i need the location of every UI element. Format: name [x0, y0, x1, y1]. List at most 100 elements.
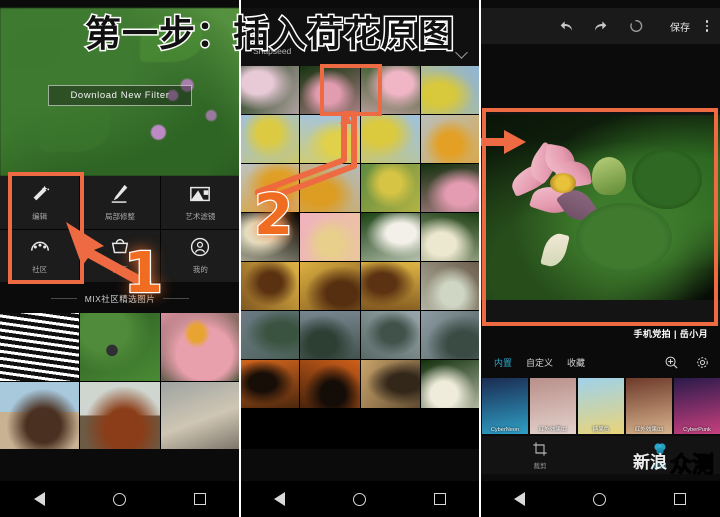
gallery-item[interactable] [80, 381, 160, 449]
filter-thumbnail[interactable]: 红外效果03 [626, 378, 672, 434]
android-navbar-right [480, 481, 720, 517]
filter-name-label: 红外效果02 [538, 427, 568, 433]
photo-thumbnail[interactable] [420, 115, 480, 163]
recents-square-icon[interactable] [674, 493, 686, 505]
photo-thumbnail[interactable] [420, 213, 480, 261]
home-circle-icon[interactable] [353, 492, 366, 506]
revert-icon[interactable] [628, 18, 644, 34]
filter-thumbnail-row: CyberNeon红外效果02糖果色红外效果03CyberPunkNight02 [480, 378, 720, 434]
photo-thumbnail[interactable] [300, 213, 360, 261]
history-icon-group [558, 18, 644, 34]
tool-crop[interactable]: 裁剪 [532, 441, 548, 470]
filter-name-label: CyberNeon [490, 427, 520, 433]
photo-thumbnail[interactable] [360, 311, 420, 359]
back-triangle-icon[interactable] [514, 492, 525, 506]
brush-icon [111, 184, 128, 203]
home-circle-icon[interactable] [593, 492, 606, 506]
phone-screen-left: Download New Filter 编辑 局部修整 艺术滤镜 社区 商店 我… [0, 0, 240, 517]
filter-thumbnail[interactable]: CyberPunk [674, 378, 720, 434]
gallery-item[interactable] [160, 313, 240, 381]
photo-thumbnail[interactable] [300, 115, 360, 163]
download-new-filter-button[interactable]: Download New Filter [48, 85, 192, 106]
home-circle-icon[interactable] [113, 492, 126, 506]
filter-thumbnail[interactable]: 糖果色 [578, 378, 624, 434]
annotation-box-edit [8, 172, 84, 284]
chevron-down-icon[interactable] [455, 46, 468, 59]
menu-item-selective[interactable]: 局部修整 [80, 176, 160, 229]
annotation-step-2: 2 [253, 183, 294, 248]
recents-square-icon[interactable] [194, 493, 206, 505]
redo-icon[interactable] [593, 18, 609, 34]
crop-icon [533, 441, 547, 456]
photo-thumbnail[interactable] [300, 262, 360, 310]
tool-crop-label: 裁剪 [533, 462, 547, 470]
back-triangle-icon[interactable] [274, 492, 285, 506]
photo-thumbnail[interactable] [420, 66, 480, 114]
photo-thumbnail[interactable] [360, 213, 420, 261]
watermark-sina: 新浪 [632, 452, 667, 473]
panel-divider-1 [239, 0, 241, 517]
left-gallery-grid [0, 313, 240, 449]
filter-name-label: 红外效果03 [634, 427, 664, 433]
photo-thumbnail[interactable] [420, 164, 480, 212]
recents-square-icon[interactable] [434, 493, 446, 505]
watermark-zhongce: 众测 [669, 453, 714, 479]
undo-icon[interactable] [558, 18, 574, 34]
annotation-step-1: 1 [123, 241, 164, 306]
kebab-menu-icon[interactable] [705, 20, 708, 32]
photo-thumbnail[interactable] [360, 115, 420, 163]
photo-thumbnail[interactable] [300, 164, 360, 212]
photo-thumbnail[interactable] [420, 262, 480, 310]
annotation-box-canvas [482, 108, 718, 326]
photo-thumbnail[interactable] [420, 311, 480, 359]
menu-item-profile[interactable]: 我的 [160, 229, 240, 282]
gallery-item[interactable] [80, 313, 160, 381]
divider-left [50, 298, 77, 299]
photo-caption: 手机党拍 | 岳小月 [633, 329, 708, 339]
annotation-title: 第一步：插入荷花原图 [83, 13, 456, 57]
gallery-item[interactable] [160, 381, 240, 449]
gear-icon[interactable] [695, 355, 710, 370]
photo-thumbnail[interactable] [240, 360, 300, 408]
editor-toolbar: 保存 [480, 8, 720, 44]
filter-name-label: 糖果色 [592, 427, 610, 433]
back-triangle-icon[interactable] [34, 492, 45, 506]
photo-thumbnail[interactable] [240, 115, 300, 163]
tab-custom[interactable]: 自定义 [526, 356, 553, 369]
menu-item-profile-label: 我的 [192, 265, 208, 275]
divider-right [163, 298, 190, 299]
save-button[interactable]: 保存 [670, 19, 690, 34]
photo-thumbnail[interactable] [240, 66, 300, 114]
photo-thumbnail[interactable] [300, 311, 360, 359]
photo-thumbnail[interactable] [420, 360, 480, 408]
photo-thumbnail[interactable] [360, 164, 420, 212]
menu-item-art-filter[interactable]: 艺术滤镜 [160, 176, 240, 229]
photo-picker-grid [240, 66, 480, 449]
photo-thumbnail[interactable] [300, 360, 360, 408]
android-navbar-middle [240, 481, 480, 517]
phone-screen-right: 保存 手机党拍 | 岳小月 内置 自定义 收藏 CyberNeon 红外效果02… [480, 0, 720, 517]
mix-section-header: MIX社区精选图片 [0, 284, 240, 313]
gallery-item[interactable] [0, 381, 80, 449]
menu-item-art-filter-label: 艺术滤镜 [185, 211, 216, 221]
filter-thumbnail[interactable]: 红外效果02 [530, 378, 576, 434]
download-new-filter-label: Download New Filter [70, 90, 170, 101]
tabbar-actions [664, 355, 710, 370]
android-navbar-left [0, 481, 240, 517]
tab-favorites[interactable]: 收藏 [567, 356, 585, 369]
gallery-item[interactable] [0, 313, 80, 381]
photo-thumbnail[interactable] [360, 360, 420, 408]
photo-thumbnail[interactable] [240, 311, 300, 359]
profile-icon [191, 238, 210, 257]
tab-builtin[interactable]: 内置 [494, 356, 512, 369]
panel-divider-2 [479, 0, 481, 517]
zoom-in-icon[interactable] [664, 355, 679, 370]
photo-thumbnail[interactable] [240, 262, 300, 310]
annotation-box-selected-photo [320, 64, 382, 116]
phone-screen-middle: Snapseed 2 [240, 0, 480, 517]
watermark: 新浪 众测 [632, 447, 715, 479]
filter-thumbnail[interactable]: CyberNeon [482, 378, 528, 434]
art-filter-icon [190, 186, 211, 201]
filter-name-label: CyberPunk [683, 427, 711, 433]
photo-thumbnail[interactable] [360, 262, 420, 310]
